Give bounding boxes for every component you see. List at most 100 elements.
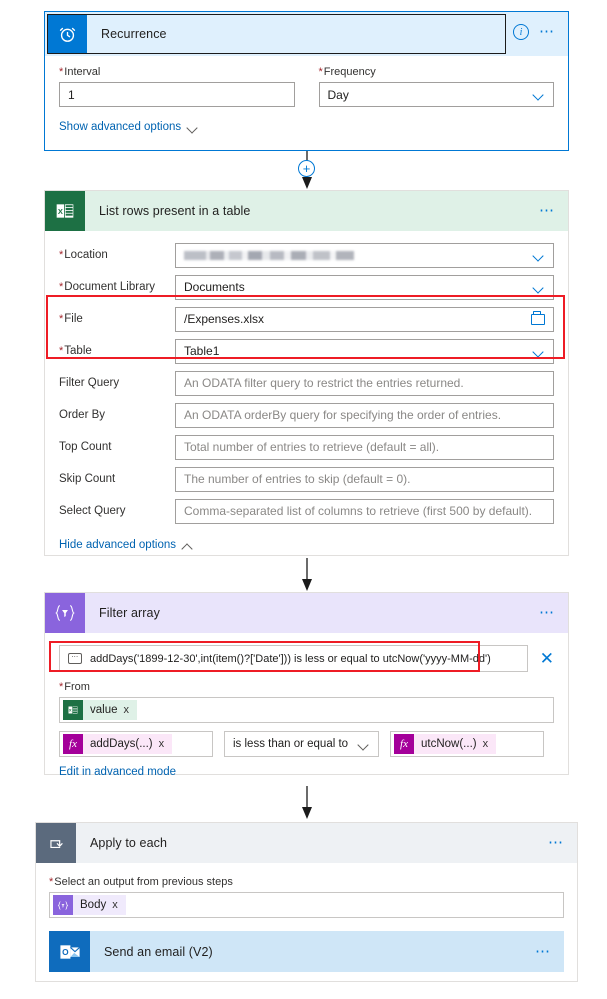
ellipsis-menu-apply-to-each[interactable]: ⋯ [548,835,565,850]
chevron-down-icon [534,252,545,259]
from-field: *From X value x [59,681,554,723]
required-marker: * [59,66,64,78]
svg-text:X: X [58,207,63,216]
ellipsis-menu-recurrence[interactable]: ⋯ [539,24,556,39]
expression-summary-box[interactable]: ⋯ addDays('1899-12-30',int(item()?['Date… [59,645,528,672]
condition-operator-value: is less than or equal to [233,738,349,750]
info-icon[interactable]: i [513,24,529,40]
ellipsis-menu-send-an-email[interactable]: ⋯ [535,944,552,959]
apply-to-each-header[interactable]: Apply to each ⋯ [36,823,577,863]
nested-step-card-send-an-email[interactable]: O Send an email (V2) ⋯ [49,931,564,972]
order-by-placeholder: An ODATA orderBy query for specifying th… [184,408,502,422]
field-file: *File /Expenses.xlsx [59,303,554,335]
from-input[interactable]: X value x [59,697,554,723]
fx-icon: fx [394,734,414,754]
excel-token-icon: X [63,700,83,720]
frequency-dropdown[interactable]: Day [318,82,554,107]
top-count-placeholder: Total number of entries to retrieve (def… [184,440,440,454]
connector-arrow-3 [302,786,312,819]
table-label: *Table [59,345,92,357]
token-value[interactable]: X value x [63,700,137,720]
order-by-label: Order By [59,409,106,421]
recurrence-header[interactable]: Recurrence i ⋯ [45,12,568,56]
step-card-apply-to-each[interactable]: Apply to each ⋯ *Select an output from p… [35,822,578,982]
token-adddays[interactable]: fx addDays(...) x [63,734,173,754]
select-output-token-text: Body [80,899,107,911]
ellipsis-menu-filter-array[interactable]: ⋯ [539,605,556,620]
condition-operator-dropdown[interactable]: is less than or equal to [224,731,379,757]
add-step-button-1[interactable]: + [298,160,315,177]
connector-arrow-2 [302,558,312,591]
ellipsis-menu-list-rows[interactable]: ⋯ [539,203,556,218]
edit-in-advanced-mode-link[interactable]: Edit in advanced mode [59,766,176,778]
filter-query-input[interactable]: An ODATA filter query to restrict the en… [175,370,554,396]
frequency-label: *Frequency [318,66,376,78]
file-value: /Expenses.xlsx [184,312,265,326]
condition-right-input[interactable]: fx utcNow(...) x [390,731,544,757]
filter-array-header[interactable]: Filter array ⋯ [45,593,568,633]
loop-icon [36,823,76,863]
select-output-input[interactable]: Body x [49,892,564,918]
interval-label: *Interval [59,66,101,78]
chevron-down-icon [188,124,199,131]
field-location: *Location [59,239,554,271]
chevron-up-icon [183,542,194,549]
field-document-library: *Document Library Documents [59,271,554,303]
condition-left-input[interactable]: fx addDays(...) x [59,731,213,757]
document-library-label: *Document Library [59,281,156,293]
table-dropdown[interactable]: Table1 [175,338,554,364]
alarm-clock-icon [47,14,87,54]
file-input[interactable]: /Expenses.xlsx [175,306,554,332]
field-filter-query: Filter Query An ODATA filter query to re… [59,367,554,399]
remove-token-icon[interactable]: x [159,734,165,754]
order-by-input[interactable]: An ODATA orderBy query for specifying th… [175,402,554,428]
from-label: *From [59,681,90,693]
location-dropdown[interactable] [175,242,554,268]
list-rows-body: *Location *Document Library Documents *F… [45,231,568,553]
close-icon[interactable]: ✕ [540,650,554,667]
apply-to-each-body: *Select an output from previous steps Bo… [36,863,577,972]
select-query-input[interactable]: Comma-separated list of columns to retri… [175,498,554,524]
chevron-down-icon [534,348,545,355]
skip-count-input[interactable]: The number of entries to skip (default =… [175,466,554,492]
token-body[interactable]: Body x [53,895,126,915]
table-value: Table1 [184,344,220,358]
condition-row: fx addDays(...) x is less than or equal … [59,731,554,757]
skip-count-placeholder: The number of entries to skip (default =… [184,472,411,486]
interval-input[interactable]: 1 [59,82,295,107]
file-label: *File [59,313,83,325]
document-library-value: Documents [184,280,245,294]
filter-query-placeholder: An ODATA filter query to restrict the en… [184,376,464,390]
field-skip-count: Skip Count The number of entries to skip… [59,463,554,495]
step-card-recurrence[interactable]: Recurrence i ⋯ *Interval 1 *Frequency Da… [44,11,569,151]
recurrence-title: Recurrence [101,27,167,41]
remove-token-icon[interactable]: x [124,700,130,720]
filter-array-token-icon [53,895,73,915]
condition-right-text: utcNow(...) [421,738,477,750]
excel-icon: X [45,191,85,231]
expression-summary-text: addDays('1899-12-30',int(item()?['Date']… [90,652,491,665]
chevron-down-icon [534,91,545,98]
step-card-list-rows[interactable]: X List rows present in a table ⋯ *Locati… [44,190,569,556]
flow-designer-canvas: Recurrence i ⋯ *Interval 1 *Frequency Da… [0,0,607,999]
svg-text:X: X [69,708,72,713]
remove-token-icon[interactable]: x [112,895,118,915]
top-count-input[interactable]: Total number of entries to retrieve (def… [175,434,554,460]
folder-picker-icon[interactable] [531,310,545,325]
remove-token-icon[interactable]: x [483,734,489,754]
field-frequency: *Frequency Day [318,66,554,107]
expression-tooltip-icon: ⋯ [68,653,82,664]
document-library-dropdown[interactable]: Documents [175,274,554,300]
svg-text:O: O [62,947,69,957]
apply-to-each-title: Apply to each [90,836,168,850]
list-rows-header[interactable]: X List rows present in a table ⋯ [45,191,568,231]
hide-advanced-options-link[interactable]: Hide advanced options [59,539,194,551]
field-select-query: Select Query Comma-separated list of col… [59,495,554,527]
token-utcnow[interactable]: fx utcNow(...) x [394,734,497,754]
show-advanced-options-link[interactable]: Show advanced options [59,121,199,133]
recurrence-body: *Interval 1 *Frequency Day Show advanced… [45,56,568,135]
step-card-filter-array[interactable]: Filter array ⋯ ⋯ addDays('1899-12-30',in… [44,592,569,778]
list-rows-title: List rows present in a table [99,204,251,218]
recurrence-header-selected[interactable]: Recurrence [47,14,506,54]
filter-array-body: ⋯ addDays('1899-12-30',int(item()?['Date… [45,633,568,780]
